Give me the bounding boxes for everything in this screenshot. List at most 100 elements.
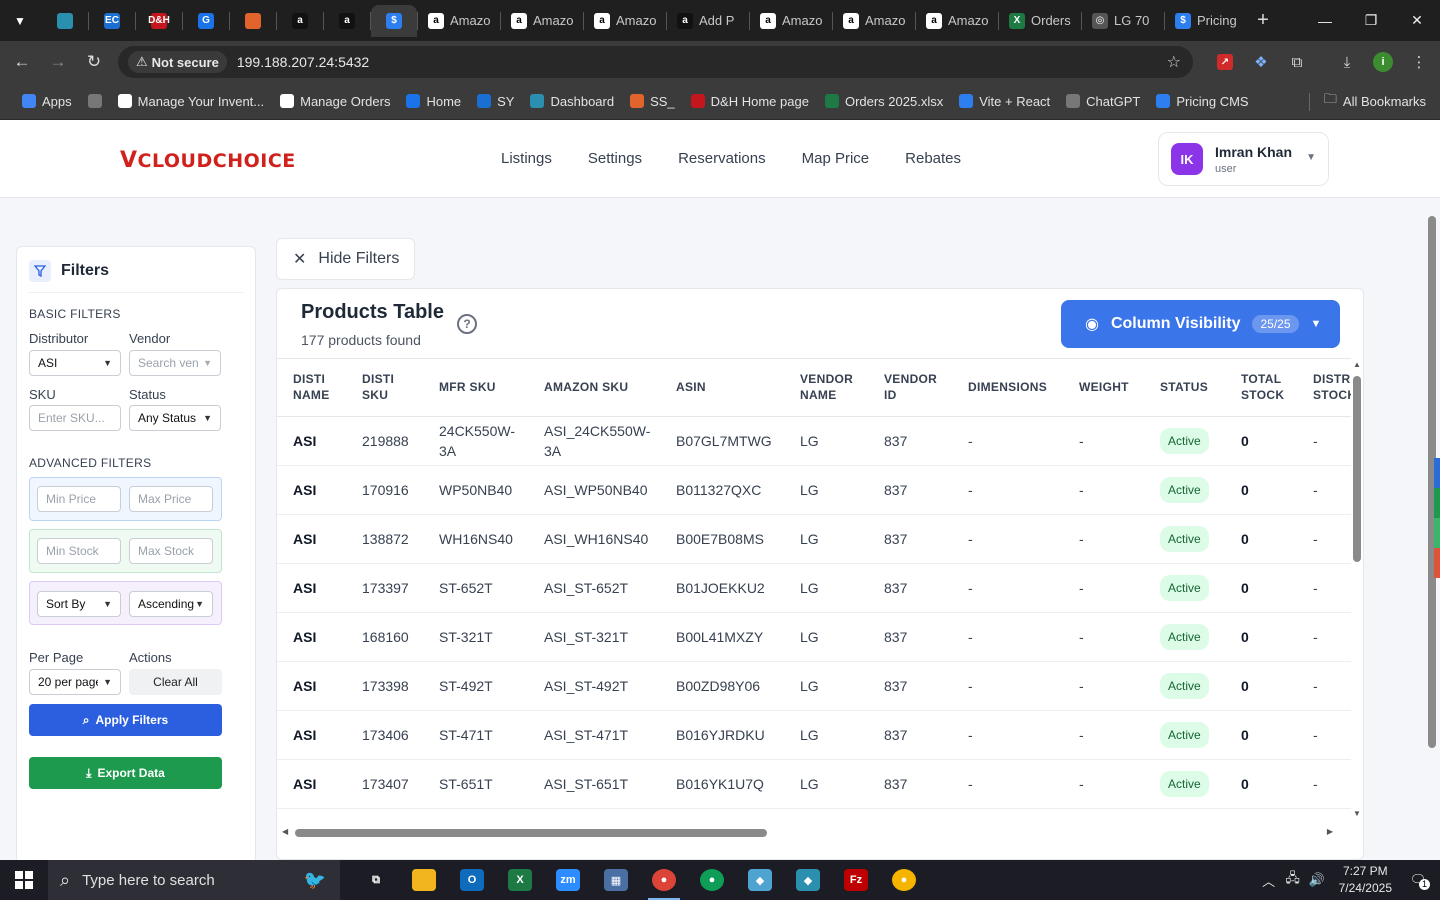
bookmark-item[interactable]: D&H Home page [685,87,815,115]
browser-tab[interactable]: a Amazo [501,5,583,37]
bookmark-item[interactable]: Manage Your Invent... [112,87,270,115]
restore-button[interactable]: ❐ [1348,0,1394,41]
profile-button[interactable]: i [1368,47,1398,77]
network-icon[interactable]: 🖧 [1281,869,1305,891]
nav-reservations[interactable]: Reservations [678,150,766,167]
user-menu[interactable]: IK Imran Khan user ▼ [1158,132,1329,186]
help-icon[interactable]: ? [457,314,477,334]
taskbar-app[interactable]: ⧉ [352,860,400,900]
notifications-button[interactable]: 🗨 1 [1406,872,1430,890]
close-window-button[interactable]: ✕ [1394,0,1440,41]
nav-map-price[interactable]: Map Price [802,150,870,167]
bookmark-item[interactable]: Pricing CMS [1150,87,1254,115]
column-header[interactable]: WEIGHT [1063,359,1144,417]
column-header[interactable]: DISTI NAME [277,359,346,417]
url-text[interactable]: 199.188.207.24:5432 [237,54,369,70]
tab-search-button[interactable]: ▼ [6,7,34,35]
minimize-button[interactable]: — [1302,0,1348,41]
horizontal-scrollbar[interactable]: ◀ ▶ [277,825,1351,839]
downloads-button[interactable]: ⤓ [1332,47,1362,77]
browser-tab[interactable]: X Orders [999,5,1081,37]
chevron-up-icon[interactable]: ︿ [1257,871,1281,890]
taskbar-app[interactable]: ▦ [592,860,640,900]
browser-tab[interactable] [42,5,88,37]
browser-tab[interactable]: a Amazo [750,5,832,37]
browser-tab[interactable]: EC [89,5,135,37]
bookmark-star-icon[interactable]: ☆ [1167,52,1181,72]
max-stock-input[interactable]: Max Stock [129,538,213,564]
all-bookmarks-button[interactable]: 🗀 All Bookmarks [1324,87,1426,115]
table-row[interactable]: ASI 219888 24CK550W-3A ASI_24CK550W-3A B07GL… [277,416,1351,466]
browser-tab[interactable]: a Amazo [418,5,500,37]
browser-menu-button[interactable]: ⋮ [1404,47,1434,77]
sku-input[interactable]: Enter SKU... [29,405,121,431]
table-row[interactable]: ASI 168160 ST-321T ASI_ST-321T B00L41MXZY LG 8… [277,612,1351,662]
scroll-left-icon[interactable]: ◀ [282,827,288,836]
status-select[interactable]: Any Status ▼ [129,405,221,431]
table-row[interactable]: ASI 138872 WH16NS40 ASI_WH16NS40 B00E7B08MS L… [277,514,1351,564]
bookmark-item[interactable] [82,87,108,115]
table-row[interactable]: ASI 173406 ST-471T ASI_ST-471T B016YJRDKU LG 8… [277,710,1351,760]
clock[interactable]: 7:27 PM 7/24/2025 [1339,863,1392,897]
forward-button[interactable]: → [40,44,76,80]
browser-tab[interactable]: a Amazo [916,5,998,37]
table-row[interactable]: ASI 170916 WP50NB40 ASI_WP50NB40 B011327QXC L… [277,465,1351,515]
bookmark-item[interactable]: ChatGPT [1060,87,1146,115]
bookmark-item[interactable]: SY [471,87,520,115]
sort-order-select[interactable]: Ascending ▼ [129,591,213,617]
scroll-up-icon[interactable]: ▲ [1353,360,1361,369]
taskbar-app[interactable]: ◆ [784,860,832,900]
browser-tab[interactable] [230,5,276,37]
browser-tab[interactable]: a Add P [667,5,749,37]
column-header[interactable]: TOTAL STOCK [1225,359,1297,417]
start-button[interactable] [0,860,48,900]
browser-tab[interactable]: ◎ LG 70 [1082,5,1164,37]
browser-tab[interactable]: D&H [136,5,182,37]
browser-tab[interactable]: a Amazo [833,5,915,37]
back-button[interactable]: ← [4,44,40,80]
max-price-input[interactable]: Max Price [129,486,213,512]
browser-tab[interactable]: $ Pricing [1165,5,1247,37]
browser-tab[interactable]: $ [371,4,417,37]
site-info-button[interactable]: ⚠ Not secure [128,51,227,73]
extensions-button[interactable]: ⧉ [1282,47,1312,77]
nav-rebates[interactable]: Rebates [905,150,961,167]
table-vertical-scroll-thumb[interactable] [1353,376,1361,562]
column-header[interactable]: DIMENSIONS [952,359,1063,417]
taskbar-app[interactable] [400,860,448,900]
products-table-scroll-area[interactable]: DISTI NAME DISTI SKU MFR SKU AMAZON SKU ASIN… [277,358,1351,820]
horizontal-scroll-thumb[interactable] [295,829,767,837]
bookmark-item[interactable]: Home [400,87,467,115]
bookmark-item[interactable]: SS_ [624,87,681,115]
min-stock-input[interactable]: Min Stock [37,538,121,564]
column-header[interactable]: VENDOR NAME [784,359,868,417]
taskbar-app[interactable]: O [448,860,496,900]
table-row[interactable] [277,808,1351,820]
table-row[interactable]: ASI 173397 ST-652T ASI_ST-652T B01JOEKKU2 LG 8… [277,563,1351,613]
taskbar-app[interactable]: X [496,860,544,900]
taskbar-app[interactable]: zm [544,860,592,900]
new-tab-button[interactable]: + [1247,9,1279,32]
logo[interactable]: VCLOUDCHOICE [120,148,296,173]
reload-button[interactable]: ↻ [76,44,112,80]
hide-filters-button[interactable]: ✕ Hide Filters [276,238,415,280]
column-header[interactable]: STATUS [1144,359,1225,417]
taskbar-app[interactable]: ● [688,860,736,900]
address-bar[interactable]: ⚠ Not secure 199.188.207.24:5432 ☆ [118,46,1193,78]
bookmark-item[interactable]: Vite + React [953,87,1056,115]
extension-button[interactable]: ↗ [1210,47,1240,77]
column-header[interactable]: DISTR STOCK [1297,359,1351,417]
column-header[interactable]: MFR SKU [423,359,528,417]
browser-tab[interactable]: a [277,5,323,37]
browser-tab[interactable]: G [183,5,229,37]
extension-button[interactable]: ❖ [1246,47,1276,77]
taskbar-app[interactable]: ● [880,860,928,900]
bookmark-item[interactable]: Dashboard [524,87,620,115]
clear-all-button[interactable]: Clear All [129,669,222,695]
distributor-select[interactable]: ASI ▼ [29,350,121,376]
export-data-button[interactable]: ⤓ Export Data [29,757,222,789]
table-row[interactable]: ASI 173398 ST-492T ASI_ST-492T B00ZD98Y06 LG 8… [277,661,1351,711]
min-price-input[interactable]: Min Price [37,486,121,512]
table-vertical-scrollbar[interactable]: ▲ ▼ [1351,358,1363,820]
bookmark-item[interactable]: Apps [16,87,78,115]
